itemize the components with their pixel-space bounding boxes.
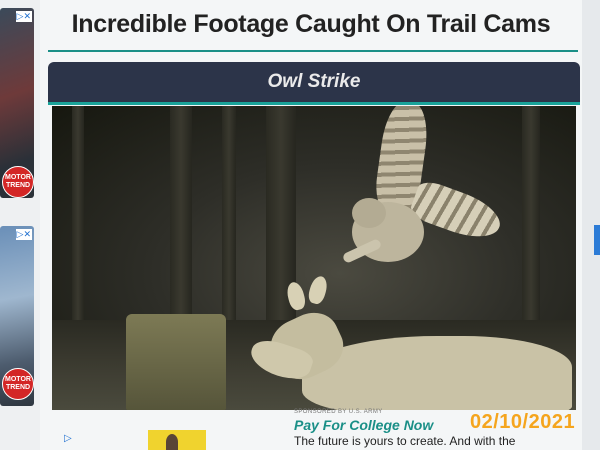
thumbnail-person <box>166 434 178 450</box>
browser-screen: ▷✕ MOTOR TREND ▷✕ MOTOR TREND Incredible… <box>0 0 600 450</box>
left-ad-rail: ▷✕ MOTOR TREND ▷✕ MOTOR TREND <box>0 0 40 450</box>
tree-stump <box>126 314 226 410</box>
tree-trunk <box>72 106 84 336</box>
ad-choices-icon[interactable]: ▷ <box>64 433 72 444</box>
ad-choices-icon[interactable]: ▷✕ <box>15 11 32 22</box>
trail-cam-photo[interactable] <box>52 106 576 410</box>
photo-date-stamp: 02/10/2021 <box>470 411 576 433</box>
sponsor-label: SPONSORED BY U.S. ARMY <box>294 409 383 415</box>
owl-head <box>352 198 386 228</box>
motor-trend-logo: MOTOR TREND <box>2 166 34 198</box>
page-title: Incredible Footage Caught On Trail Cams <box>71 10 551 38</box>
slide-accent-bar <box>48 102 580 105</box>
deer-ear <box>306 274 330 306</box>
tree-trunk <box>522 106 540 326</box>
sponsored-body-text: The future is yours to create. And with … <box>294 434 516 448</box>
sponsored-thumbnail[interactable] <box>148 430 206 450</box>
slide-title: Owl Strike <box>267 71 361 92</box>
ad-choices-icon[interactable]: ▷✕ <box>15 229 32 240</box>
tree-trunk <box>266 106 296 356</box>
title-divider <box>48 50 578 52</box>
right-rail <box>582 0 600 450</box>
article-content: Incredible Footage Caught On Trail Cams … <box>40 0 582 450</box>
side-ad-top[interactable]: ▷✕ MOTOR TREND <box>0 8 34 198</box>
tree-trunk <box>222 106 236 326</box>
slide-card: Owl Strike <box>48 62 580 412</box>
side-ad-bottom[interactable]: ▷✕ MOTOR TREND <box>0 226 34 406</box>
right-ad-edge[interactable] <box>594 225 600 255</box>
sponsored-headline-link[interactable]: Pay For College Now <box>294 417 433 433</box>
slide-header: Owl Strike <box>48 62 580 102</box>
motor-trend-logo: MOTOR TREND <box>2 368 34 400</box>
tree-trunk <box>170 106 192 346</box>
